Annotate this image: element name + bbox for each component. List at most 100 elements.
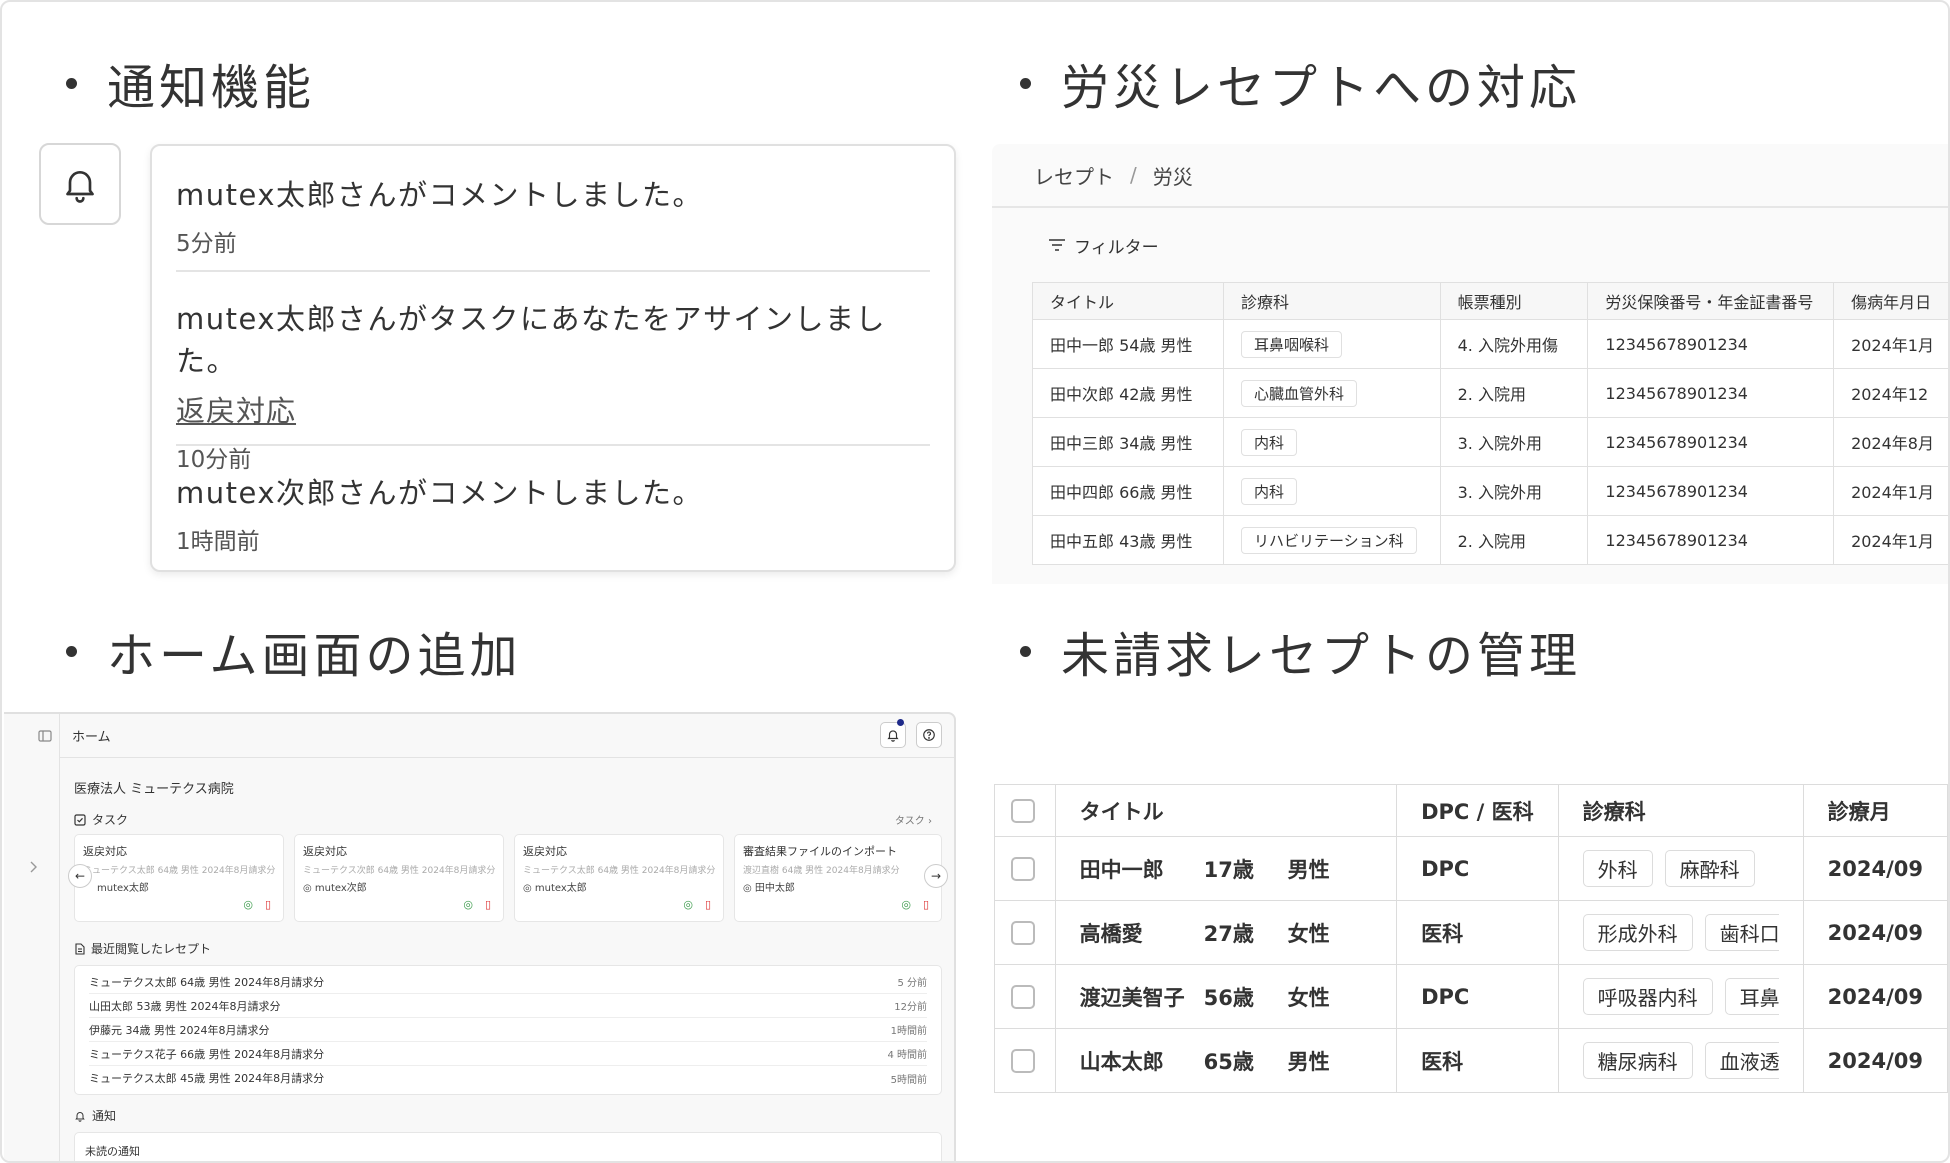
cell-dept: 内科 bbox=[1222, 417, 1441, 467]
table-row[interactable]: 田中五郎 43歳 男性 リハビリテーション科 2. 入院用 1234567890… bbox=[1032, 515, 1948, 565]
column-header[interactable]: 労災保険番号・年金証書番号 bbox=[1587, 282, 1835, 320]
bullet-dot bbox=[66, 645, 77, 657]
task-subtitle: ミューテクス太郎 64歳 男性 2024年8月請求分 bbox=[523, 866, 715, 876]
patient-sex: 男性 bbox=[1287, 857, 1330, 882]
trash-icon[interactable]: ▯ bbox=[265, 898, 271, 911]
cell-dept: 耳鼻咽喉科 bbox=[1222, 319, 1441, 369]
patient-name: 渡辺美智子 bbox=[1079, 985, 1185, 1010]
cell-month: 2024/09 bbox=[1802, 900, 1948, 965]
list-item[interactable]: 伊藤元 34歳 男性 2024年8月請求分 1時間前 bbox=[89, 1018, 927, 1042]
breadcrumb-item: 労災 bbox=[1152, 164, 1193, 189]
notification-task-link[interactable]: 返戻対応 bbox=[176, 388, 296, 430]
help-button[interactable] bbox=[916, 722, 942, 748]
column-header[interactable]: タイトル bbox=[1032, 282, 1224, 320]
bell-icon bbox=[887, 730, 899, 742]
table-row[interactable]: 渡辺美智子 56歳 女性 DPC 呼吸器内科 耳鼻 2024/09 bbox=[994, 964, 1948, 1029]
cell-number: 12345678901234 bbox=[1587, 368, 1835, 418]
notification-bell-button[interactable] bbox=[39, 143, 121, 225]
tasks-link[interactable]: タスク › bbox=[895, 812, 932, 827]
row-checkbox[interactable] bbox=[1011, 985, 1035, 1009]
table-row[interactable]: 田中三郎 34歳 男性 内科 3. 入院外用 12345678901234 20… bbox=[1032, 417, 1948, 467]
patient-name: 田中一郎 bbox=[1079, 857, 1164, 882]
chevron-right-icon[interactable] bbox=[28, 860, 38, 874]
check-circle-icon[interactable]: ◎ bbox=[463, 898, 473, 911]
list-item[interactable]: ミューテクス花子 66歳 男性 2024年8月請求分 4 時間前 bbox=[89, 1042, 927, 1066]
list-item[interactable]: ミューテクス太郎 45歳 男性 2024年8月請求分 5時間前 bbox=[89, 1066, 927, 1090]
notification-dropdown: mutex太郎さんがコメントしました。 5分前 mutex太郎さんがタスクにあな… bbox=[150, 144, 956, 572]
cell-number: 12345678901234 bbox=[1587, 417, 1835, 467]
notification-button[interactable] bbox=[880, 719, 906, 748]
cell-title: 田中一郎 54歳 男性 bbox=[1032, 319, 1224, 369]
unread-notifications-card[interactable]: 未読の通知 bbox=[74, 1132, 942, 1161]
notification-text: mutex太郎さんがコメントしました。 bbox=[176, 178, 703, 212]
task-title: 返戻対応 bbox=[303, 845, 347, 858]
task-title: 返戻対応 bbox=[83, 845, 127, 858]
notification-item[interactable]: mutex太郎さんがタスクにあなたをアサインしました。 返戻対応 10分前 bbox=[176, 272, 930, 473]
column-header[interactable]: タイトル bbox=[1054, 784, 1398, 837]
table-row[interactable]: 田中次郎 42歳 男性 心臓血管外科 2. 入院用 12345678901234… bbox=[1032, 368, 1948, 418]
rosai-receipt-screen: レセプト / 労災 フィルター タイトル 診療科 帳票種別 労災保険番号・年金証… bbox=[992, 144, 1948, 584]
task-card[interactable]: 審査結果ファイルのインポート 渡辺直樹 64歳 男性 2024年8月請求分 ◎ … bbox=[734, 834, 942, 922]
check-circle-icon[interactable]: ◎ bbox=[243, 898, 253, 911]
list-item[interactable]: ミューテクス太郎 64歳 男性 2024年8月請求分 5 分前 bbox=[89, 970, 927, 994]
column-header[interactable]: 帳票種別 bbox=[1439, 282, 1589, 320]
patient-age: 27歳 bbox=[1203, 921, 1254, 946]
cell-type: 医科 bbox=[1396, 1028, 1559, 1093]
table-row[interactable]: 山本太郎 65歳 男性 医科 糖尿病科 血液透 2024/09 bbox=[994, 1028, 1948, 1093]
section-heading-text: 通知機能 bbox=[107, 60, 316, 116]
dept-chip: 耳鼻咽喉科 bbox=[1240, 330, 1342, 358]
check-circle-icon[interactable]: ◎ bbox=[683, 898, 693, 911]
check-circle-icon[interactable]: ◎ bbox=[901, 898, 911, 911]
patient-age: 56歳 bbox=[1203, 985, 1254, 1010]
notification-item[interactable]: mutex太郎さんがコメントしました。 5分前 bbox=[176, 146, 930, 272]
recent-name: ミューテクス太郎 45歳 男性 2024年8月請求分 bbox=[89, 1072, 325, 1085]
cell-title: 渡辺美智子 56歳 女性 bbox=[1054, 964, 1398, 1029]
bullet-dot bbox=[1020, 645, 1031, 657]
sidebar bbox=[4, 714, 60, 1161]
cell-date: 2024年1月 bbox=[1833, 319, 1948, 369]
trash-icon[interactable]: ▯ bbox=[923, 898, 929, 911]
cell-number: 12345678901234 bbox=[1587, 515, 1835, 565]
column-header[interactable]: DPC / 医科 bbox=[1396, 784, 1559, 837]
task-card[interactable]: 返戻対応 ミューテクス太郎 64歳 男性 2024年8月請求分 mutex太郎 … bbox=[74, 834, 284, 922]
task-card[interactable]: 返戻対応 ミューテクス太郎 64歳 男性 2024年8月請求分 ◎ mutex太… bbox=[514, 834, 724, 922]
filter-button[interactable]: フィルター bbox=[992, 208, 1948, 282]
column-header[interactable]: 傷病年月日 bbox=[1833, 282, 1948, 320]
column-header[interactable]: 診療科 bbox=[1222, 282, 1441, 320]
task-subtitle: ミューテクス次郎 64歳 男性 2024年8月請求分 bbox=[303, 866, 495, 876]
trash-icon[interactable]: ▯ bbox=[485, 898, 491, 911]
table-row[interactable]: 田中一郎 54歳 男性 耳鼻咽喉科 4. 入院外用傷 1234567890123… bbox=[1032, 319, 1948, 369]
breadcrumb-item[interactable]: レセプト bbox=[1034, 161, 1114, 190]
recent-name: ミューテクス花子 66歳 男性 2024年8月請求分 bbox=[89, 1047, 325, 1061]
notification-time: 1時間前 bbox=[176, 529, 260, 555]
table-row[interactable]: 高橋愛 27歳 女性 医科 形成外科 歯科口 2024/09 bbox=[994, 900, 1948, 965]
task-card[interactable]: 返戻対応 ミューテクス次郎 64歳 男性 2024年8月請求分 ◎ mutex次… bbox=[294, 834, 504, 922]
select-all-checkbox[interactable] bbox=[1011, 799, 1035, 823]
bullet-dot bbox=[66, 77, 77, 89]
list-item[interactable]: 山田太郎 53歳 男性 2024年8月請求分 12分前 bbox=[89, 994, 927, 1018]
notification-item[interactable]: mutex次郎さんがコメントしました。 1時間前 bbox=[176, 446, 930, 578]
cell-date: 2024年12 bbox=[1833, 368, 1948, 418]
carousel-next-button[interactable]: → bbox=[924, 864, 948, 888]
table-row[interactable]: 田中一郎 17歳 男性 DPC 外科 麻酔科 2024/09 bbox=[994, 836, 1948, 901]
task-subtitle: ミューテクス太郎 64歳 男性 2024年8月請求分 bbox=[83, 866, 275, 876]
row-checkbox[interactable] bbox=[1011, 921, 1035, 945]
section-heading-text: 労災レセプトへの対応 bbox=[1061, 60, 1582, 116]
row-checkbox[interactable] bbox=[1011, 1049, 1035, 1073]
tasks-section-header: タスク タスク › bbox=[74, 811, 942, 828]
trash-icon[interactable]: ▯ bbox=[705, 898, 711, 911]
row-select-cell bbox=[994, 836, 1056, 901]
organization-name: 医療法人 ミューテクス病院 bbox=[74, 782, 234, 797]
row-checkbox[interactable] bbox=[1011, 857, 1035, 881]
help-icon bbox=[923, 729, 935, 741]
carousel-prev-button[interactable]: ← bbox=[68, 864, 92, 888]
column-header[interactable]: 診療月 bbox=[1802, 784, 1948, 837]
column-header[interactable]: 診療科 bbox=[1557, 784, 1804, 837]
cell-title: 田中一郎 17歳 男性 bbox=[1054, 836, 1398, 901]
dept-chip: リハビリテーション科 bbox=[1240, 526, 1417, 554]
dept-tag: 外科 bbox=[1582, 850, 1653, 887]
recent-name: ミューテクス太郎 64歳 男性 2024年8月請求分 bbox=[89, 975, 325, 989]
rosai-table: タイトル 診療科 帳票種別 労災保険番号・年金証書番号 傷病年月日 田中一郎 5… bbox=[1032, 282, 1948, 565]
table-row[interactable]: 田中四郎 66歳 男性 内科 3. 入院外用 12345678901234 20… bbox=[1032, 466, 1948, 516]
sidebar-toggle-icon[interactable] bbox=[38, 730, 52, 742]
